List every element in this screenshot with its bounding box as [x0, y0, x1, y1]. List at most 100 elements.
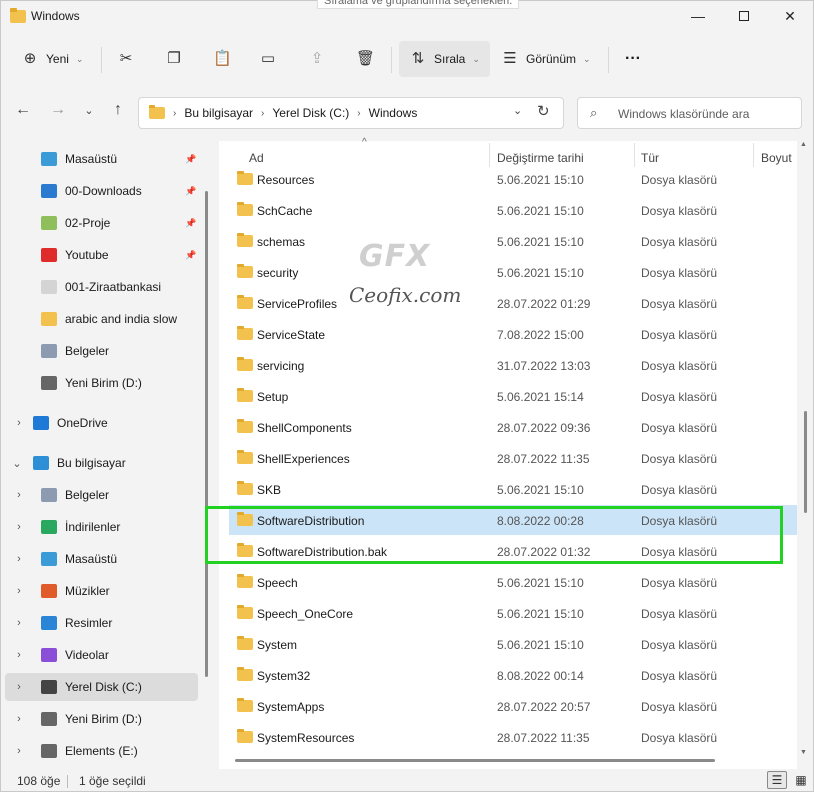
sidebar-item-label: Masaüstü	[65, 552, 118, 566]
chevron-right-icon[interactable]: ›	[13, 713, 25, 725]
file-row[interactable]: ServiceState 7.08.2022 15:00 Dosya klasörü	[229, 319, 797, 349]
file-row[interactable]: schemas 5.06.2021 15:10 Dosya klasörü	[229, 226, 797, 256]
folder-icon	[237, 698, 253, 712]
file-row[interactable]: Setup 5.06.2021 15:14 Dosya klasörü	[229, 381, 797, 411]
refresh-icon[interactable]: ↻	[537, 102, 550, 120]
share-button[interactable]: ⇪	[308, 41, 326, 77]
chevron-right-icon[interactable]: ›	[13, 417, 25, 429]
watermark: GFX Ceofix.com	[341, 227, 481, 327]
file-row[interactable]: security 5.06.2021 15:10 Dosya klasörü	[229, 257, 797, 287]
recent-locations-chevron-icon[interactable]: ⌄	[79, 104, 99, 117]
sidebar-item-label: Yerel Disk (C:)	[65, 680, 142, 694]
rename-button[interactable]: ▭	[259, 41, 277, 77]
sidebar-item[interactable]: › Elements (E:)	[5, 737, 198, 765]
sidebar-item[interactable]: › İndirilenler	[5, 513, 198, 541]
sidebar-item[interactable]: ⌄ Bu bilgisayar	[5, 449, 198, 477]
file-row[interactable]: Speech_OneCore 5.06.2021 15:10 Dosya klasö…	[229, 598, 797, 628]
sidebar-item-label: 00-Downloads	[65, 184, 142, 198]
sidebar-item[interactable]: Youtube 📌	[5, 241, 198, 269]
chevron-right-icon[interactable]: ›	[13, 553, 25, 565]
sidebar-item[interactable]: 00-Downloads 📌	[5, 177, 198, 205]
sidebar-item[interactable]: › Yeni Birim (D:)	[5, 705, 198, 733]
horizontal-scrollbar[interactable]	[235, 759, 715, 762]
delete-button[interactable]: 🗑	[356, 41, 375, 77]
file-name: SchCache	[257, 204, 313, 218]
chevron-right-icon[interactable]: ›	[13, 521, 25, 533]
sidebar-item-label: arabic and india slow	[65, 312, 178, 326]
sidebar-item[interactable]: Masaüstü 📌	[5, 145, 198, 173]
file-row[interactable]: Resources 5.06.2021 15:10 Dosya klasörü	[229, 164, 797, 194]
sidebar-scrollbar[interactable]	[205, 191, 208, 677]
file-type: Dosya klasörü	[641, 297, 718, 311]
sidebar-item[interactable]: arabic and india slow	[5, 305, 198, 333]
sidebar-item[interactable]: › Masaüstü	[5, 545, 198, 573]
minimize-button[interactable]: —	[675, 1, 721, 31]
breadcrumb-item[interactable]: Windows	[369, 106, 418, 120]
paste-button[interactable]: 📋	[213, 41, 232, 77]
sidebar-item[interactable]: 02-Proje 📌	[5, 209, 198, 237]
chevron-right-icon[interactable]: ›	[13, 617, 25, 629]
chevron-right-icon[interactable]: ›	[13, 649, 25, 661]
file-date: 7.08.2022 15:00	[497, 328, 584, 342]
file-type: Dosya klasörü	[641, 421, 718, 435]
chevron-right-icon[interactable]: ›	[13, 585, 25, 597]
sidebar-item[interactable]: › Videolar	[5, 641, 198, 669]
forward-arrow-icon[interactable]: →	[48, 101, 68, 119]
sort-button[interactable]: ⇅ Sırala ⌄	[399, 41, 490, 77]
sidebar-item[interactable]: › Yerel Disk (C:)	[5, 673, 198, 701]
sidebar-item[interactable]: › Resimler	[5, 609, 198, 637]
file-row[interactable]: ShellComponents 28.07.2022 09:36 Dosya kla…	[229, 412, 797, 442]
file-type: Dosya klasörü	[641, 576, 718, 590]
folder-icon	[237, 481, 253, 495]
file-row[interactable]: Speech 5.06.2021 15:10 Dosya klasörü	[229, 567, 797, 597]
file-row[interactable]: SKB 5.06.2021 15:10 Dosya klasörü	[229, 474, 797, 504]
file-list-scrollbar[interactable]	[804, 411, 807, 513]
file-date: 28.07.2022 20:57	[497, 700, 591, 714]
file-row[interactable]: SchCache 5.06.2021 15:10 Dosya klasörü	[229, 195, 797, 225]
sidebar-item[interactable]: › OneDrive	[5, 409, 198, 437]
search-input[interactable]: ⌕ Windows klasöründe ara	[577, 97, 802, 129]
view-button[interactable]: ☰ Görünüm ⌄	[501, 41, 590, 77]
address-row: ← → ⌄ ↑ › Bu bilgisayar › Yerel Disk (C:…	[1, 93, 813, 133]
address-dropdown-icon[interactable]: ⌄	[513, 104, 522, 117]
chevron-right-icon[interactable]: ›	[13, 681, 25, 693]
file-row[interactable]: SystemApps 28.07.2022 20:57 Dosya klasörü	[229, 691, 797, 721]
file-row[interactable]: servicing 31.07.2022 13:03 Dosya klasörü	[229, 350, 797, 380]
scroll-down-arrow-icon[interactable]: ▼	[800, 749, 807, 756]
file-row[interactable]: SystemResources 28.07.2022 11:35 Dosya kla…	[229, 722, 797, 752]
watermark-text: Ceofix.com	[349, 283, 462, 307]
close-button[interactable]: ✕	[767, 1, 813, 31]
more-options-button[interactable]: ···	[625, 41, 641, 77]
chevron-right-icon[interactable]: ›	[13, 745, 25, 757]
cut-button[interactable]: ✂	[117, 41, 135, 77]
chevron-right-icon: ›	[173, 107, 177, 119]
file-row[interactable]: ShellExperiences 28.07.2022 11:35 Dosya kl…	[229, 443, 797, 473]
file-row[interactable]: System 5.06.2021 15:10 Dosya klasörü	[229, 629, 797, 659]
breadcrumb-item[interactable]: Yerel Disk (C:)	[272, 106, 349, 120]
scroll-up-arrow-icon[interactable]: ▲	[800, 141, 807, 148]
file-row[interactable]: ServiceProfiles 28.07.2022 01:29 Dosya kla…	[229, 288, 797, 318]
copy-button[interactable]: ❐	[165, 41, 183, 77]
new-button[interactable]: ⊕ Yeni ⌄	[21, 41, 84, 77]
sidebar-item[interactable]: › Belgeler	[5, 481, 198, 509]
sidebar-item-label: Youtube	[65, 248, 109, 262]
file-name: SKB	[257, 483, 282, 497]
sidebar-item[interactable]: Yeni Birim (D:)	[5, 369, 198, 397]
sidebar-item[interactable]: › Müzikler	[5, 577, 198, 605]
back-arrow-icon[interactable]: ←	[13, 101, 33, 119]
address-bar[interactable]: › Bu bilgisayar › Yerel Disk (C:) › Wind…	[138, 97, 564, 129]
tiles-view-button[interactable]: ▦	[791, 771, 811, 789]
maximize-button[interactable]	[721, 1, 767, 31]
chevron-right-icon[interactable]: ›	[13, 489, 25, 501]
chevron-down-icon[interactable]: ⌄	[11, 457, 23, 470]
details-view-button[interactable]: ☰	[767, 771, 787, 789]
sidebar-item[interactable]: Belgeler	[5, 337, 198, 365]
breadcrumb-item[interactable]: Bu bilgisayar	[184, 106, 253, 120]
sidebar-item-label: Bu bilgisayar	[57, 456, 126, 470]
up-arrow-icon[interactable]: ↑	[108, 101, 128, 119]
chevron-right-icon: ›	[357, 107, 361, 119]
file-name: Speech_OneCore	[257, 607, 354, 621]
file-row[interactable]: System32 8.08.2022 00:14 Dosya klasörü	[229, 660, 797, 690]
folder-icon	[237, 667, 253, 681]
sidebar-item[interactable]: 001-Ziraatbankasi	[5, 273, 198, 301]
